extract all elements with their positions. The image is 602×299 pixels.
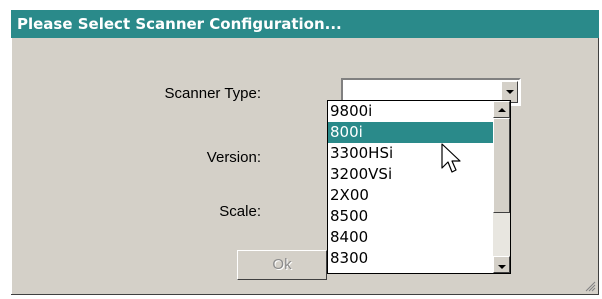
scroll-down-button[interactable] — [493, 256, 510, 273]
dropdown-item[interactable]: 2X00 — [328, 185, 493, 206]
scanner-type-dropdown-list: 9800i 800i 3300HSi 3200VSi 2X00 8500 8400 8300 — [327, 100, 511, 274]
dialog-title: Please Select Scanner Configuration... — [11, 10, 599, 38]
dropdown-item[interactable]: 3200VSi — [328, 164, 493, 185]
dropdown-item[interactable]: 800i — [328, 122, 493, 143]
chevron-down-icon — [506, 90, 514, 94]
scroll-down-icon — [498, 265, 506, 269]
version-label: Version: — [206, 149, 261, 166]
dropdown-item[interactable]: 9800i — [328, 101, 493, 122]
scanner-type-label: Scanner Type: — [164, 85, 261, 102]
dropdown-item[interactable]: 8300 — [328, 248, 493, 269]
ok-button[interactable]: Ok — [237, 250, 327, 280]
scroll-up-button[interactable] — [493, 101, 510, 118]
dropdown-item[interactable]: 8500 — [328, 206, 493, 227]
dropdown-item[interactable]: 8400 — [328, 227, 493, 248]
scroll-up-icon — [498, 108, 506, 112]
dropdown-scrollbar[interactable] — [493, 101, 510, 273]
dropdown-item[interactable]: 3300HSi — [328, 143, 493, 164]
scroll-thumb[interactable] — [493, 118, 510, 213]
dropdown-items: 9800i 800i 3300HSi 3200VSi 2X00 8500 8400 8300 — [328, 101, 493, 273]
scale-label: Scale: — [219, 203, 261, 220]
resize-grip-icon[interactable] — [584, 280, 596, 292]
